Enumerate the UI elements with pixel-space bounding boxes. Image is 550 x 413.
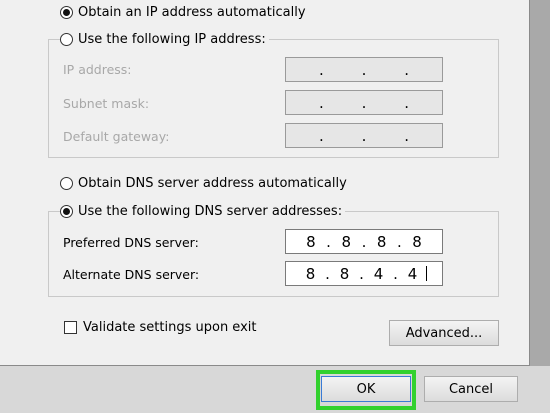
octet-separator: . <box>318 126 324 145</box>
octet: 4 <box>373 264 384 283</box>
default-gateway-label: Default gateway: <box>63 129 170 144</box>
octet-separator: . <box>318 60 324 79</box>
use-following-dns-label: Use the following DNS server addresses: <box>78 204 343 219</box>
text-cursor <box>425 266 427 281</box>
subnet-mask-label: Subnet mask: <box>63 96 150 111</box>
obtain-ip-auto-label: Obtain an IP address automatically <box>78 5 306 20</box>
alternate-dns-label: Alternate DNS server: <box>63 267 200 282</box>
octet: 8 <box>341 232 352 251</box>
octet: 8 <box>376 232 387 251</box>
radio-checked-icon <box>60 205 73 218</box>
obtain-dns-auto-radio[interactable]: Obtain DNS server address automatically <box>60 176 347 191</box>
alternate-dns-input[interactable]: 8 . 8 . 4 . 4 <box>285 261 443 286</box>
preferred-dns-label: Preferred DNS server: <box>63 235 199 250</box>
octet-separator: . <box>361 93 367 112</box>
radio-unchecked-icon <box>60 177 73 190</box>
octet: 8 <box>339 264 350 283</box>
advanced-button[interactable]: Advanced... <box>389 320 499 346</box>
checkbox-unchecked-icon <box>64 321 77 334</box>
use-following-ip-label: Use the following IP address: <box>78 32 266 47</box>
octet: 4 <box>407 264 418 283</box>
obtain-dns-auto-label: Obtain DNS server address automatically <box>78 176 347 191</box>
preferred-dns-input[interactable]: 8 . 8 . 8 . 8 <box>285 229 443 254</box>
octet-separator: . <box>361 60 367 79</box>
default-gateway-input[interactable]: . . . <box>285 123 443 148</box>
octet-separator: . <box>393 264 398 283</box>
octet: 8 <box>305 264 316 283</box>
radio-unchecked-icon <box>60 33 73 46</box>
ok-button-highlight <box>316 370 416 410</box>
octet-separator: . <box>361 232 367 251</box>
octet-separator: . <box>404 93 410 112</box>
use-following-ip-radio[interactable]: Use the following IP address: <box>60 32 269 47</box>
octet-separator: . <box>404 60 410 79</box>
radio-checked-icon <box>60 6 73 19</box>
ipv4-properties-panel: Obtain an IP address automatically Use t… <box>0 0 530 366</box>
subnet-mask-input[interactable]: . . . <box>285 90 443 115</box>
validate-settings-label: Validate settings upon exit <box>83 320 257 335</box>
octet: 8 <box>412 232 422 251</box>
octet-separator: . <box>361 126 367 145</box>
octet: 8 <box>306 232 316 251</box>
octet-separator: . <box>359 264 364 283</box>
use-following-dns-radio[interactable]: Use the following DNS server addresses: <box>60 204 346 219</box>
octet-separator: . <box>326 232 331 251</box>
octet-separator: . <box>318 93 324 112</box>
ip-address-input[interactable]: . . . <box>285 57 443 82</box>
obtain-ip-auto-radio[interactable]: Obtain an IP address automatically <box>60 5 306 20</box>
octet-separator: . <box>325 264 330 283</box>
octet-separator: . <box>404 126 410 145</box>
octet-separator: . <box>396 232 402 251</box>
ip-address-label: IP address: <box>63 62 132 77</box>
validate-settings-checkbox[interactable]: Validate settings upon exit <box>64 320 256 335</box>
cancel-button[interactable]: Cancel <box>424 376 518 402</box>
